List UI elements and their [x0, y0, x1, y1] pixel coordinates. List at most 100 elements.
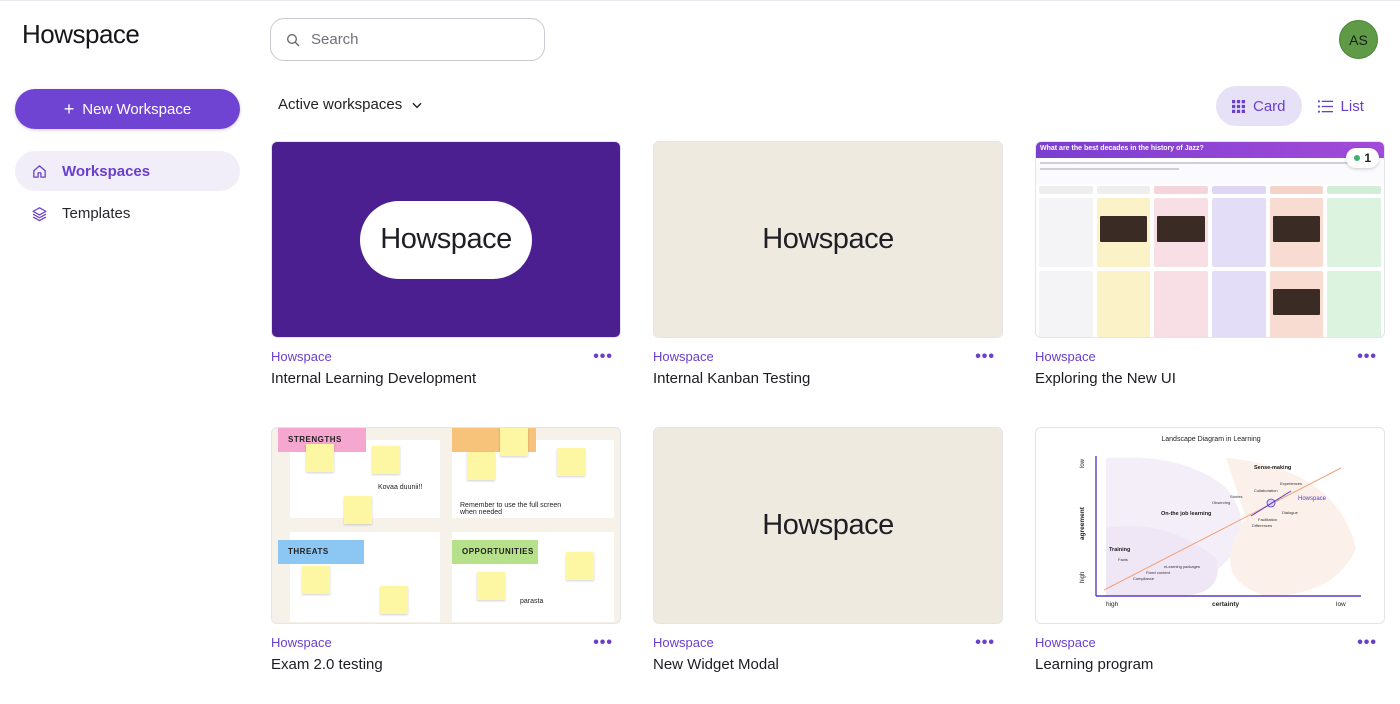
workspace-title[interactable]: Exam 2.0 testing	[271, 656, 621, 673]
training-label: Training	[1109, 547, 1130, 553]
diagram-word: eLearning packages	[1164, 564, 1200, 569]
online-dot-icon	[1354, 155, 1361, 161]
card-view-label: Card	[1253, 97, 1286, 115]
y-axis-label: agreement	[1079, 506, 1086, 540]
sticky-note	[500, 428, 528, 456]
sticky-note	[372, 446, 400, 474]
list-view-button[interactable]: List	[1302, 86, 1380, 126]
diagram-word: Facilitation	[1258, 517, 1277, 522]
diagram-word: Compliance	[1133, 576, 1155, 581]
kanban-column	[1212, 186, 1266, 337]
workspace-title[interactable]: Internal Kanban Testing	[653, 370, 1003, 387]
kanban-column	[1269, 186, 1324, 337]
sidebar-item-label: Templates	[62, 204, 131, 222]
sidebar-nav: Workspaces Templates	[15, 151, 240, 235]
thumbnail-subtext	[1036, 162, 1384, 184]
sidebar-item-workspaces[interactable]: Workspaces	[15, 151, 240, 191]
kanban-column	[1327, 186, 1382, 337]
sticky-note	[477, 572, 505, 600]
filter-label: Active workspaces	[278, 96, 403, 113]
swot-note: Kovaa duunii!!	[378, 484, 423, 491]
thumbnail-logo: Howspace	[360, 200, 532, 279]
workspace-org: Howspace	[653, 635, 714, 650]
view-toggle: Card List	[1216, 86, 1380, 126]
new-workspace-label: New Workspace	[82, 100, 192, 118]
workspace-card[interactable]: Howspace Howspace Internal Kanban Testin…	[653, 141, 1003, 387]
search-icon	[287, 33, 300, 46]
sidebar-item-label: Workspaces	[62, 162, 151, 180]
diagram-word: Dialogue	[1282, 510, 1299, 515]
thumbnail-logo: Howspace	[762, 509, 894, 541]
thumbnail-header: What are the best decades in the history…	[1036, 142, 1384, 158]
diagram-word: Differences	[1252, 523, 1272, 528]
kanban-column	[1096, 186, 1151, 337]
swot-threats-tag: THREATS	[278, 540, 364, 564]
more-options-icon[interactable]: •••	[1357, 635, 1377, 651]
sticky-note	[306, 444, 334, 472]
workspace-org: Howspace	[1035, 349, 1096, 364]
kanban-columns	[1036, 184, 1384, 337]
sticky-note	[467, 452, 495, 480]
workspace-thumbnail[interactable]: Howspace	[653, 141, 1003, 338]
kanban-column	[1154, 186, 1209, 337]
howspace-logo[interactable]: Howspace	[22, 19, 140, 50]
workspace-thumbnail[interactable]: What are the best decades in the history…	[1035, 141, 1385, 338]
search-input[interactable]	[311, 31, 521, 48]
search-box[interactable]	[270, 18, 545, 61]
more-options-icon[interactable]: •••	[1357, 349, 1377, 365]
sidebar-item-templates[interactable]: Templates	[15, 193, 240, 233]
list-view-label: List	[1340, 97, 1364, 115]
grid-icon	[1232, 99, 1245, 113]
thumbnail-logo: Howspace	[762, 223, 894, 255]
swot-note: Remember to use the full screen when nee…	[460, 502, 562, 516]
workspace-card[interactable]: STRENGTHS NE THREATS OPPORTUNITIES Kovaa…	[271, 427, 621, 673]
diagram-word: Facts	[1118, 557, 1128, 562]
job-learning-label: On-the job learning	[1161, 511, 1211, 517]
workspace-title[interactable]: Learning program	[1035, 656, 1385, 673]
x-axis-label: certainty	[1212, 601, 1239, 608]
sticky-note	[344, 496, 372, 524]
more-options-icon[interactable]: •••	[593, 635, 613, 651]
new-workspace-button[interactable]: + New Workspace	[15, 89, 240, 129]
howspace-label: Howspace	[1298, 496, 1327, 502]
more-options-icon[interactable]: •••	[975, 635, 995, 651]
swot-opportunities-tag: OPPORTUNITIES	[452, 540, 538, 564]
workspace-org: Howspace	[271, 635, 332, 650]
home-icon	[33, 164, 46, 178]
workspace-title[interactable]: Internal Learning Development	[271, 370, 621, 387]
workspace-card[interactable]: Landscape Diagram in Learning low agreem…	[1035, 427, 1385, 673]
workspace-filter-dropdown[interactable]: Active workspaces	[278, 96, 424, 113]
diagram-word: Collaboration	[1254, 488, 1278, 493]
plus-icon: +	[63, 99, 75, 119]
card-view-button[interactable]: Card	[1216, 86, 1302, 126]
workspace-card[interactable]: Howspace Howspace New Widget Modal •••	[653, 427, 1003, 673]
sticky-note	[566, 552, 594, 580]
y-low-label: low	[1080, 458, 1086, 468]
more-options-icon[interactable]: •••	[975, 349, 995, 365]
layers-icon	[32, 206, 47, 221]
workspace-thumbnail[interactable]: STRENGTHS NE THREATS OPPORTUNITIES Kovaa…	[271, 427, 621, 624]
more-options-icon[interactable]: •••	[593, 349, 613, 365]
workspace-card[interactable]: Howspace Howspace Internal Learning Deve…	[271, 141, 621, 387]
chevron-down-icon	[412, 102, 422, 108]
sticky-note	[557, 448, 585, 476]
workspace-thumbnail[interactable]: Howspace	[653, 427, 1003, 624]
diagram-word: Stories	[1230, 494, 1242, 499]
workspace-card[interactable]: What are the best decades in the history…	[1035, 141, 1385, 387]
user-avatar[interactable]: AS	[1339, 20, 1378, 59]
workspace-thumbnail[interactable]: Howspace	[271, 141, 621, 338]
sticky-note	[380, 586, 408, 614]
workspace-title[interactable]: New Widget Modal	[653, 656, 1003, 673]
y-high-label: high	[1080, 572, 1086, 583]
diagram-word: Experiences	[1280, 481, 1302, 486]
x-high-label: high	[1106, 601, 1119, 608]
landscape-diagram: Landscape Diagram in Learning low agreem…	[1079, 436, 1361, 608]
workspace-title[interactable]: Exploring the New UI	[1035, 370, 1385, 387]
workspace-org: Howspace	[271, 349, 332, 364]
sticky-note	[302, 566, 330, 594]
sense-making-label: Sense-making	[1254, 465, 1291, 471]
workspace-thumbnail[interactable]: Landscape Diagram in Learning low agreem…	[1035, 427, 1385, 624]
diagram-title: Landscape Diagram in Learning	[1161, 436, 1260, 443]
diagram-word: Fixed content	[1146, 570, 1171, 575]
badge-count: 1	[1364, 151, 1371, 165]
